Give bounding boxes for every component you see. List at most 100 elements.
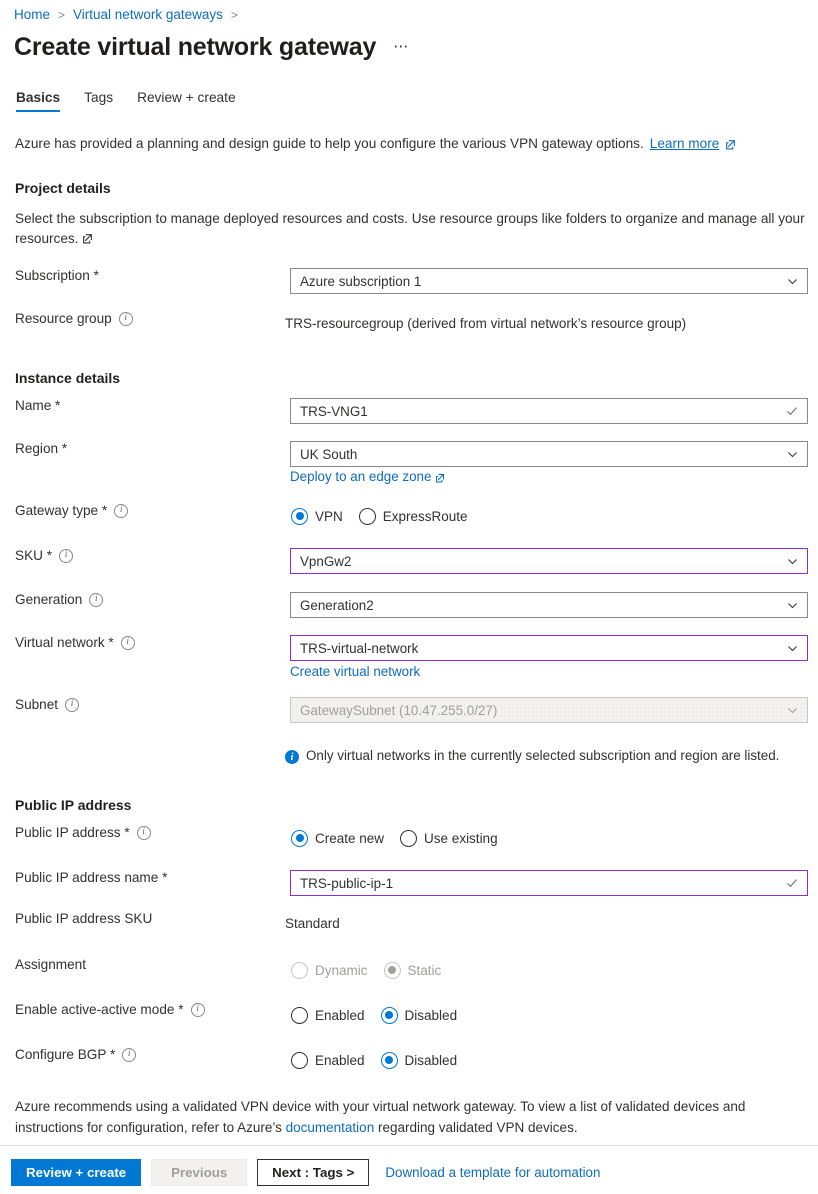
radio-indicator xyxy=(358,507,376,525)
gateway-type-radio-group: VPN ExpressRoute xyxy=(291,503,468,529)
radio-option-active-active-enabled[interactable]: Enabled xyxy=(291,1006,365,1024)
chevron-down-icon xyxy=(786,704,799,717)
info-icon[interactable]: i xyxy=(136,825,151,840)
region-value: UK South xyxy=(300,446,358,462)
next-tags-button[interactable]: Next : Tags > xyxy=(257,1159,370,1186)
footer-bar: Review + create Previous Next : Tags > D… xyxy=(11,1159,600,1186)
radio-option-bgp-disabled[interactable]: Disabled xyxy=(380,1051,457,1069)
external-link-icon xyxy=(725,138,736,150)
region-control: UK South xyxy=(290,441,808,467)
more-options-icon[interactable]: ⋯ xyxy=(393,37,410,55)
project-details-description-text: Select the subscription to manage deploy… xyxy=(15,211,805,246)
radio-indicator xyxy=(291,1006,308,1024)
generation-dropdown[interactable]: Generation2 xyxy=(290,592,808,618)
radio-indicator xyxy=(380,1051,398,1069)
radio-indicator xyxy=(291,507,308,525)
tab-bar: Basics Tags Review + create xyxy=(14,90,248,112)
tab-tags[interactable]: Tags xyxy=(72,90,125,112)
deploy-edge-zone-link[interactable]: Deploy to an edge zone xyxy=(290,469,446,484)
radio-option-active-active-disabled[interactable]: Disabled xyxy=(380,1006,457,1024)
radio-indicator xyxy=(291,829,308,847)
breadcrumb-separator: > xyxy=(230,7,238,22)
project-details-description: Select the subscription to manage deploy… xyxy=(15,209,808,249)
public-ip-address-control: Create new Use existing xyxy=(291,825,498,851)
breadcrumb-item-virtual-network-gateways[interactable]: Virtual network gateways xyxy=(73,7,223,22)
virtual-network-dropdown[interactable]: TRS-virtual-network xyxy=(290,635,808,661)
resource-group-label: Resource group i xyxy=(15,311,133,326)
external-link-icon xyxy=(82,230,93,244)
tab-basics[interactable]: Basics xyxy=(14,90,72,112)
subnet-value: GatewaySubnet (10.47.255.0/27) xyxy=(300,702,498,718)
resource-group-value: TRS-resourcegroup (derived from virtual … xyxy=(285,316,687,331)
sku-dropdown[interactable]: VpnGw2 xyxy=(290,548,808,574)
breadcrumb: Home > Virtual network gateways > xyxy=(14,7,238,22)
assignment-radio-group: Dynamic Static xyxy=(291,957,441,983)
footer-note: Azure recommends using a validated VPN d… xyxy=(15,1096,798,1138)
gateway-type-control: VPN ExpressRoute xyxy=(291,503,468,529)
radio-option-create-new[interactable]: Create new xyxy=(291,829,385,847)
radio-option-bgp-enabled[interactable]: Enabled xyxy=(291,1051,365,1069)
create-virtual-network-link[interactable]: Create virtual network xyxy=(290,664,420,679)
tab-review-create[interactable]: Review + create xyxy=(125,90,248,112)
download-template-link[interactable]: Download a template for automation xyxy=(385,1165,600,1180)
learn-more-link[interactable]: Learn more xyxy=(650,136,720,151)
public-ip-sku-value: Standard xyxy=(285,916,340,931)
name-value: TRS-VNG1 xyxy=(300,403,368,419)
generation-value: Generation2 xyxy=(300,597,374,613)
chevron-down-icon xyxy=(786,275,799,288)
breadcrumb-separator: > xyxy=(58,7,66,22)
active-active-control: Enabled Disabled xyxy=(291,1002,457,1028)
assignment-label-text: Assignment xyxy=(15,957,87,972)
public-ip-name-label: Public IP address name * xyxy=(15,870,167,885)
radio-label-expressroute: ExpressRoute xyxy=(382,508,468,524)
instance-details-heading: Instance details xyxy=(15,370,121,386)
intro-text: Azure has provided a planning and design… xyxy=(15,136,644,151)
project-details-heading: Project details xyxy=(15,180,111,196)
radio-option-vpn[interactable]: VPN xyxy=(291,507,343,525)
virtual-network-info-note-text: Only virtual networks in the currently s… xyxy=(306,748,780,763)
documentation-link[interactable]: documentation xyxy=(286,1120,375,1135)
virtual-network-label-text: Virtual network * xyxy=(15,635,114,650)
info-icon[interactable]: i xyxy=(120,635,135,650)
radio-label-dynamic: Dynamic xyxy=(315,962,368,978)
radio-label-static: Static xyxy=(407,962,442,978)
public-ip-sku-control: Standard xyxy=(285,911,340,937)
assignment-label: Assignment xyxy=(15,957,86,972)
radio-indicator xyxy=(400,829,418,847)
region-dropdown[interactable]: UK South xyxy=(290,441,808,467)
public-ip-name-value: TRS-public-ip-1 xyxy=(300,875,394,891)
configure-bgp-control: Enabled Disabled xyxy=(291,1047,457,1073)
public-ip-name-input[interactable]: TRS-public-ip-1 xyxy=(290,870,808,896)
public-ip-address-radio-group: Create new Use existing xyxy=(291,825,498,851)
valid-check-icon xyxy=(785,876,799,890)
breadcrumb-item-home[interactable]: Home xyxy=(14,7,50,22)
subnet-dropdown: GatewaySubnet (10.47.255.0/27) xyxy=(290,697,808,723)
active-active-label: Enable active-active mode * i xyxy=(15,1002,205,1017)
virtual-network-value: TRS-virtual-network xyxy=(300,640,419,656)
public-ip-name-control: TRS-public-ip-1 xyxy=(290,870,808,896)
sku-control: VpnGw2 xyxy=(290,548,808,574)
info-icon[interactable]: i xyxy=(122,1047,137,1062)
info-icon[interactable]: i xyxy=(59,548,74,563)
radio-option-use-existing[interactable]: Use existing xyxy=(400,829,498,847)
virtual-network-label: Virtual network * i xyxy=(15,635,135,650)
radio-label-vpn: VPN xyxy=(315,508,343,524)
review-create-button[interactable]: Review + create xyxy=(11,1159,142,1186)
deploy-edge-zone-label: Deploy to an edge zone xyxy=(290,469,432,484)
subscription-dropdown[interactable]: Azure subscription 1 xyxy=(290,268,808,294)
radio-label-create-new: Create new xyxy=(315,830,385,846)
generation-control: Generation2 xyxy=(290,592,808,618)
name-input[interactable]: TRS-VNG1 xyxy=(290,398,808,424)
name-label-text: Name * xyxy=(15,398,61,413)
info-icon[interactable]: i xyxy=(65,697,80,712)
info-icon[interactable]: i xyxy=(118,311,133,326)
info-icon[interactable]: i xyxy=(190,1002,205,1017)
radio-indicator xyxy=(380,1006,398,1024)
radio-option-expressroute[interactable]: ExpressRoute xyxy=(358,507,468,525)
radio-indicator xyxy=(383,961,401,979)
region-label: Region * xyxy=(15,441,67,456)
virtual-network-control: TRS-virtual-network xyxy=(290,635,808,661)
info-icon[interactable]: i xyxy=(89,592,104,607)
info-icon[interactable]: i xyxy=(114,503,129,518)
sku-label-text: SKU * xyxy=(15,548,53,563)
